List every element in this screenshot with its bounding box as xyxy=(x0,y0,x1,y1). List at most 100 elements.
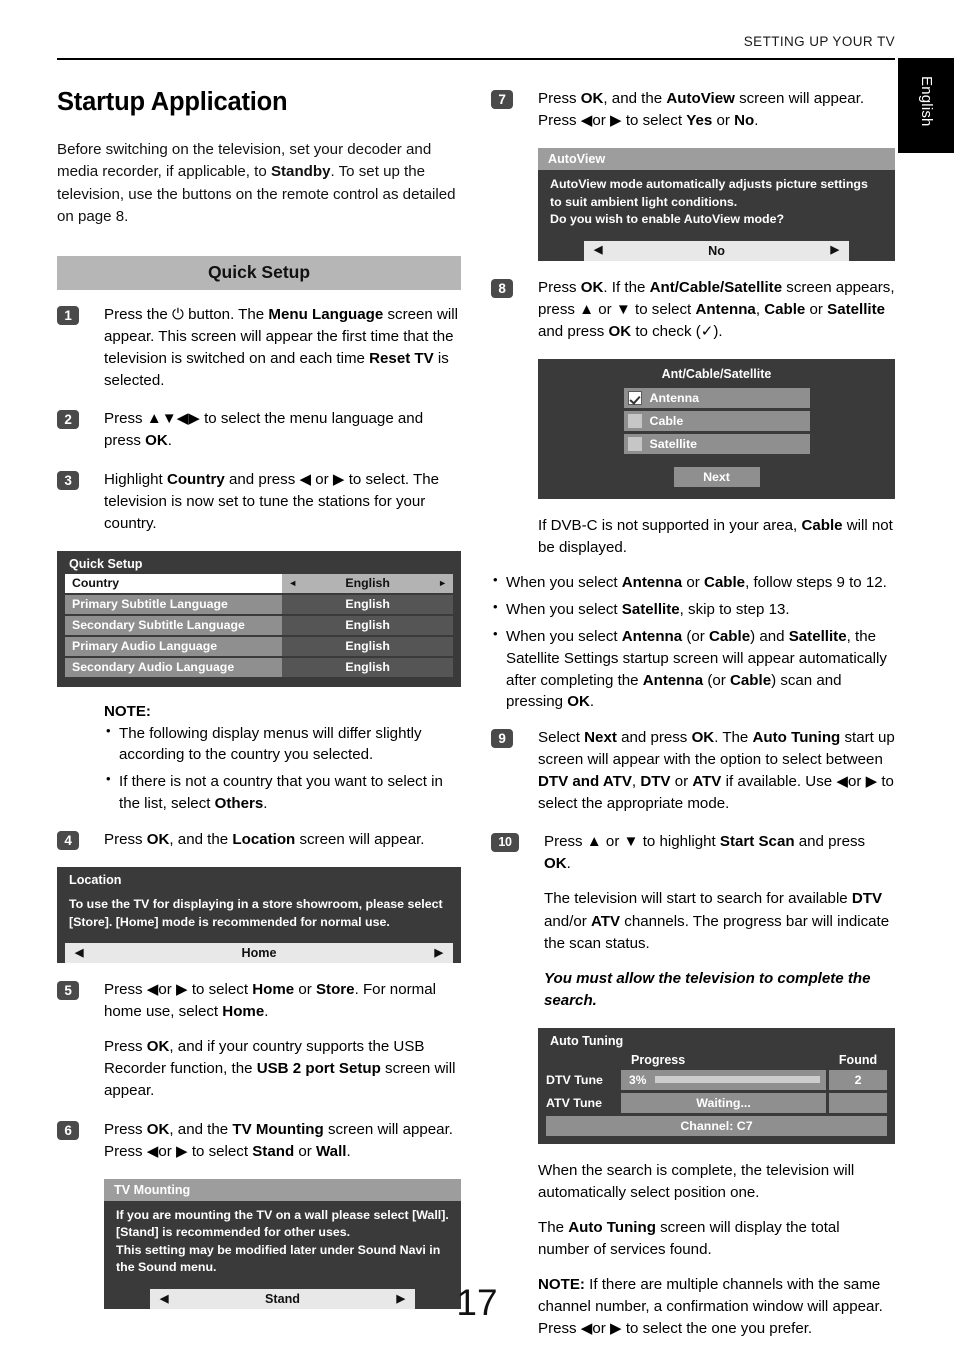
osd-row-primary-subtitle-language[interactable]: Primary Subtitle Language English xyxy=(65,594,453,614)
step-badge-3: 3 xyxy=(57,470,79,490)
step-10-text: Press ▲ or ▼ to highlight Start Scan and… xyxy=(544,833,890,1009)
osd-row-label: Secondary Subtitle Language xyxy=(65,615,283,635)
intro-paragraph: Before switching on the television, set … xyxy=(57,141,456,225)
step-2-text: Press ▲▼◀▶ to select the menu language a… xyxy=(104,410,424,450)
header-rule xyxy=(57,58,895,60)
osd-body-line: Do you wish to enable AutoView mode? xyxy=(550,212,785,227)
osd-row-label: Primary Audio Language xyxy=(65,636,283,656)
quick-setup-osd-screenshot: Quick Setup Country ◄ English ► Primary … xyxy=(57,550,461,687)
language-side-tab: English xyxy=(898,58,954,153)
step-3-text: Highlight Country and press ◀ or ▶ to se… xyxy=(104,470,440,532)
arrow-right-icon: ▶ xyxy=(610,112,622,130)
step-6-text: Press OK, and the TV Mounting screen wil… xyxy=(104,1120,453,1160)
osd-arrow-right-icon[interactable]: ▶ xyxy=(831,245,839,256)
arrow-left-icon: ◀ xyxy=(299,470,312,488)
step-4: 4 Press OK, and the Location screen will… xyxy=(57,829,461,851)
progress-track xyxy=(655,1075,821,1083)
step-2: 2 Press ▲▼◀▶ to select the menu language… xyxy=(57,408,461,452)
closing-paragraph-2: The Auto Tuning screen will display the … xyxy=(538,1218,840,1258)
osd-row-value[interactable]: ◄ English ► xyxy=(282,573,453,593)
step-1: 1 Press the ⏻ button. The Menu Language … xyxy=(57,304,461,392)
osd-body-text: If you are mounting the TV on a wall ple… xyxy=(104,1201,461,1285)
osd-option-antenna[interactable]: Antenna xyxy=(623,387,810,408)
osd-option-label: Cable xyxy=(649,413,684,428)
osd-option-label: Antenna xyxy=(649,390,700,405)
osd-autoview-selector[interactable]: ◀ No ▶ xyxy=(584,240,849,261)
location-osd-screenshot: Location To use the TV for displaying in… xyxy=(57,867,461,964)
osd-arrow-left-icon[interactable]: ◀ xyxy=(594,245,602,256)
step-9-text: Select Next and press OK. The Auto Tunin… xyxy=(538,729,895,813)
note-title: NOTE: xyxy=(104,702,151,720)
osd-arrow-left-icon[interactable]: ◀ xyxy=(75,947,83,959)
arrow-right-icon: ▶ xyxy=(865,773,878,791)
direction-arrows-icon: ▲▼◀▶ xyxy=(146,410,200,428)
arrow-left-icon: ◀ xyxy=(580,112,593,130)
status-atv: Waiting... xyxy=(621,1092,827,1113)
note-block: NOTE: The following display menus will d… xyxy=(104,703,461,816)
osd-row-value[interactable]: English xyxy=(282,594,453,614)
step-4-text: Press OK, and the Location screen will a… xyxy=(104,831,425,849)
emphasis-warning: You must allow the television to complet… xyxy=(544,969,871,1009)
step-badge-1: 1 xyxy=(57,306,79,326)
step-8-text: Press OK. If the Ant/Cable/Satellite scr… xyxy=(538,278,895,340)
osd-option-satellite[interactable]: Satellite xyxy=(623,433,810,454)
note-list: The following display menus will differ … xyxy=(104,722,461,816)
bullet-item: When you select Antenna or Cable, follow… xyxy=(491,571,895,594)
arrow-right-icon: ▶ xyxy=(176,1142,188,1160)
step-1-text: Press the ⏻ button. The Menu Language sc… xyxy=(104,306,458,390)
osd-row-value[interactable]: English xyxy=(282,615,453,635)
progress-bar-dtv: 3% xyxy=(621,1069,827,1090)
osd-row-country[interactable]: Country ◄ English ► xyxy=(65,573,453,593)
step-10: 10 Press ▲ or ▼ to highlight Start Scan … xyxy=(491,831,895,1011)
step-badge-2: 2 xyxy=(57,410,79,430)
step-badge-5: 5 xyxy=(57,981,79,1001)
bullet-item: When you select Antenna (or Cable) and S… xyxy=(491,625,895,714)
osd-location-selector[interactable]: ◀ Home ▶ xyxy=(65,943,453,964)
step-5-text: Press ◀or ▶ to select Home or Store. For… xyxy=(104,981,456,1100)
page-title: Startup Application xyxy=(57,88,288,116)
arrow-right-icon: ▶ xyxy=(332,470,345,488)
osd-row-atv-tune: ATV Tune Waiting... xyxy=(546,1092,887,1113)
progress-percent: 3% xyxy=(629,1072,647,1087)
osd-selected-value: No xyxy=(708,243,725,258)
step-7: 7 Press OK, and the AutoView screen will… xyxy=(491,88,895,132)
page-number: 17 xyxy=(456,1282,498,1323)
closing-paragraph-1: When the search is complete, the televis… xyxy=(538,1161,855,1201)
osd-body-line: [Stand] is recommended for other uses. xyxy=(116,1225,351,1240)
osd-row-label: Primary Subtitle Language xyxy=(65,594,283,614)
osd-selected-value: Home xyxy=(241,946,277,961)
osd-next-button[interactable]: Next xyxy=(673,466,760,487)
osd-title: AutoView xyxy=(538,148,895,171)
checkbox-unchecked-icon[interactable] xyxy=(627,413,642,428)
osd-row-label: Secondary Audio Language xyxy=(65,657,283,677)
step-badge-9: 9 xyxy=(491,729,513,749)
arrow-left-icon: ◀ xyxy=(146,981,159,999)
step-7-text: Press OK, and the AutoView screen will a… xyxy=(538,90,865,130)
arrow-right-icon: ▶ xyxy=(176,981,188,999)
osd-row-primary-audio-language[interactable]: Primary Audio Language English xyxy=(65,636,453,656)
arrow-up-icon: ▲ xyxy=(579,300,595,318)
osd-row-secondary-audio-language[interactable]: Secondary Audio Language English xyxy=(65,657,453,677)
selection-bullet-list: When you select Antenna or Cable, follow… xyxy=(491,571,895,714)
osd-row-value[interactable]: English xyxy=(282,657,453,677)
right-column: 7 Press OK, and the AutoView screen will… xyxy=(491,88,895,1353)
osd-content: Progress Found DTV Tune 3% 2 ATV Tune Wa… xyxy=(538,1051,895,1144)
row-label: DTV Tune xyxy=(546,1072,603,1087)
checkbox-unchecked-icon[interactable] xyxy=(627,436,642,451)
arrow-down-icon: ▼ xyxy=(615,300,631,318)
auto-tuning-osd-screenshot: Auto Tuning Progress Found DTV Tune 3% 2… xyxy=(538,1027,895,1144)
arrow-left-icon: ◀ xyxy=(146,1142,159,1160)
osd-row-secondary-subtitle-language[interactable]: Secondary Subtitle Language English xyxy=(65,615,453,635)
osd-value-text: English xyxy=(345,576,390,591)
osd-arrow-right-icon[interactable]: ▶ xyxy=(435,947,443,959)
osd-arrow-left-icon: ◄ xyxy=(288,577,298,588)
osd-row-value[interactable]: English xyxy=(282,636,453,656)
osd-option-label: Satellite xyxy=(649,436,698,451)
found-count-atv xyxy=(829,1092,887,1113)
osd-option-cable[interactable]: Cable xyxy=(623,410,810,431)
step-badge-6: 6 xyxy=(57,1120,79,1140)
left-column: Startup Application Before switching on … xyxy=(57,88,461,1325)
arrow-down-icon: ▼ xyxy=(623,833,639,851)
checkbox-checked-icon[interactable] xyxy=(627,390,642,405)
column-header-found: Found xyxy=(838,1052,878,1067)
